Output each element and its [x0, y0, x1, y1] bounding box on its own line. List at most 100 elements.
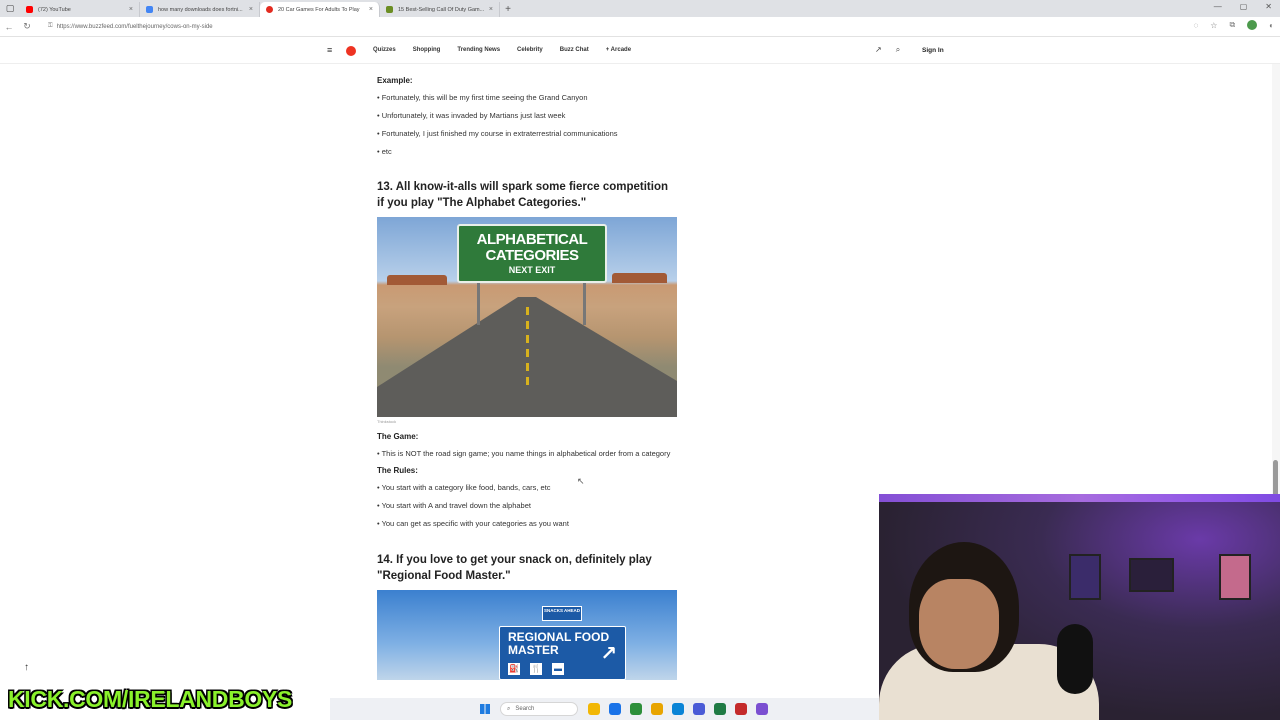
taskbar-app-icon[interactable] [609, 703, 621, 715]
nav-link-shopping[interactable]: Shopping [413, 47, 441, 53]
taskbar-app-icon[interactable] [693, 703, 705, 715]
close-tab-icon[interactable]: × [249, 6, 253, 13]
sign-pole [583, 283, 586, 325]
mouse-cursor-icon: ↖ [577, 476, 585, 486]
led-strip [879, 494, 1280, 502]
window-controls: — ▢ ✕ [1214, 2, 1272, 11]
reader-icon[interactable]: ◌ [1194, 21, 1199, 30]
trending-icon[interactable]: ↗ [875, 45, 882, 55]
example-bullet: • Unfortunately, it was invaded by Marti… [377, 111, 566, 120]
url-text: https://www.buzzfeed.com/fuelthejourney/… [56, 23, 213, 30]
buzzfeed-logo[interactable] [346, 46, 356, 56]
taskbar-app-icon[interactable] [756, 703, 768, 715]
snacks-ahead-sign: SNACKS AHEAD [542, 606, 582, 621]
image-credit: Thinkstock [377, 419, 397, 424]
taskbar-app-icon[interactable] [651, 703, 663, 715]
sign-text: REGIONAL FOOD MASTER [508, 631, 609, 657]
nav-link-arcade[interactable]: + Arcade [606, 47, 631, 53]
close-tab-icon[interactable]: × [489, 6, 493, 13]
reload-icon[interactable]: ↻ [18, 21, 36, 32]
tab-title: (72) YouTube [38, 6, 71, 13]
favorite-star-icon[interactable]: ☆ [1210, 21, 1217, 30]
browser-tab-buzzfeed[interactable]: 20 Car Games For Adults To Play × [260, 2, 380, 17]
sign-text: ALPHABETICAL [476, 231, 588, 248]
search-icon: ⌕ [507, 705, 511, 712]
toolbar-right: ◌ ☆ ⧉ ◐ [1194, 20, 1274, 30]
tab-title: 20 Car Games For Adults To Play [278, 6, 360, 13]
section-13-heading: 13. All know-it-alls will spark some fie… [377, 181, 668, 209]
tab-title: 15 Best-Selling Call Of Duty Gam... [398, 6, 485, 13]
nav-link-celebrity[interactable]: Celebrity [517, 47, 543, 53]
sign-text: CATEGORIES [485, 247, 579, 264]
scroll-to-top-icon[interactable]: ↑ [24, 662, 29, 673]
windows-taskbar: ⌕ Search [330, 698, 879, 720]
taskbar-search[interactable]: ⌕ Search [500, 702, 578, 716]
wall-poster [1219, 554, 1251, 600]
browser-tab-youtube[interactable]: (72) YouTube × [20, 2, 140, 17]
food-icon: 🍴 [530, 663, 542, 675]
mesa [612, 273, 667, 283]
sign-text: NEXT EXIT [508, 265, 556, 275]
new-tab-icon[interactable]: + [500, 2, 516, 17]
wall-poster [1069, 554, 1101, 600]
sign-pole [477, 283, 480, 325]
address-bar[interactable]: ⚿ https://www.buzzfeed.com/fuelthejourne… [44, 20, 1144, 34]
site-navigation: ≡ Quizzes Shopping Trending News Celebri… [0, 38, 1280, 64]
nav-link-quizzes[interactable]: Quizzes [373, 47, 396, 53]
taskbar-app-icon[interactable] [714, 703, 726, 715]
streamer-face [919, 579, 999, 669]
regional-food-master-photo: SNACKS AHEAD REGIONAL FOOD MASTER ↗ ⛽ 🍴 … [377, 590, 677, 680]
taskbar-app-icon[interactable] [672, 703, 684, 715]
example-bullet: • Fortunately, this will be my first tim… [377, 93, 588, 102]
close-window-icon[interactable]: ✕ [1265, 2, 1272, 11]
example-bullet: • etc [377, 147, 392, 156]
tab-title: how many downloads does fortni... [158, 6, 243, 13]
close-tab-icon[interactable]: × [369, 6, 373, 13]
example-label: Example: [377, 76, 413, 85]
collections-icon[interactable]: ⧉ [1229, 20, 1235, 30]
taskbar-app-icon[interactable] [735, 703, 747, 715]
game-description: • This is NOT the road sign game; you na… [377, 449, 671, 458]
taskbar-app-icon[interactable] [630, 703, 642, 715]
search-favicon-icon [146, 6, 153, 13]
highway-sign: ALPHABETICAL CATEGORIES NEXT EXIT [457, 224, 607, 283]
rules-label: The Rules: [377, 466, 418, 475]
extensions-icon[interactable]: ◐ [1269, 21, 1274, 30]
lodging-icon: ▬ [552, 663, 564, 675]
sign-in-link[interactable]: Sign In [922, 47, 944, 54]
profile-avatar[interactable] [1247, 20, 1258, 30]
rule-item: • You start with A and travel down the a… [377, 501, 531, 510]
article-body: Example: • Fortunately, this will be my … [377, 64, 677, 680]
section-14-heading: 14. If you love to get your snack on, de… [377, 554, 652, 582]
game-label: The Game: [377, 432, 419, 441]
wall-shelf [1129, 558, 1174, 592]
browser-tab-cod[interactable]: 15 Best-Selling Call Of Duty Gam... × [380, 2, 500, 17]
nav-link-trending-news[interactable]: Trending News [457, 47, 500, 53]
highway-sign: REGIONAL FOOD MASTER ↗ ⛽ 🍴 ▬ [499, 626, 626, 680]
nav-link-buzz-chat[interactable]: Buzz Chat [560, 47, 589, 53]
browser-tab-search[interactable]: how many downloads does fortni... × [140, 2, 260, 17]
mesa [387, 275, 447, 285]
search-icon[interactable]: ⌕ [896, 45, 900, 55]
hamburger-menu-icon[interactable]: ≡ [327, 45, 332, 55]
nav-links: Quizzes Shopping Trending News Celebrity… [373, 47, 648, 53]
nav-icons: ↗ ⌕ [875, 45, 900, 55]
rule-item: • You start with a category like food, b… [377, 483, 551, 492]
site-favicon-icon [386, 6, 393, 13]
example-bullet: • Fortunately, I just finished my course… [377, 129, 618, 138]
back-arrow-icon[interactable]: ← [0, 22, 18, 32]
minimize-icon[interactable]: — [1214, 2, 1222, 11]
stream-watermark: KICK.COM/IRELANDBOYS [8, 686, 293, 712]
search-placeholder: Search [515, 706, 535, 712]
browser-tab-strip: ▢ (72) YouTube × how many downloads does… [0, 0, 1280, 17]
tab-actions-icon[interactable]: ▢ [0, 0, 20, 17]
taskbar-app-icon[interactable] [588, 703, 600, 715]
sign-line: MASTER [508, 643, 559, 657]
address-toolbar: ← ↻ ⚿ https://www.buzzfeed.com/fuelthejo… [0, 17, 1280, 37]
taskbar-apps [588, 703, 768, 715]
webcam-overlay [879, 494, 1280, 720]
youtube-favicon-icon [26, 6, 33, 13]
close-tab-icon[interactable]: × [129, 6, 133, 13]
maximize-icon[interactable]: ▢ [1240, 2, 1248, 11]
windows-start-icon[interactable] [480, 704, 490, 714]
